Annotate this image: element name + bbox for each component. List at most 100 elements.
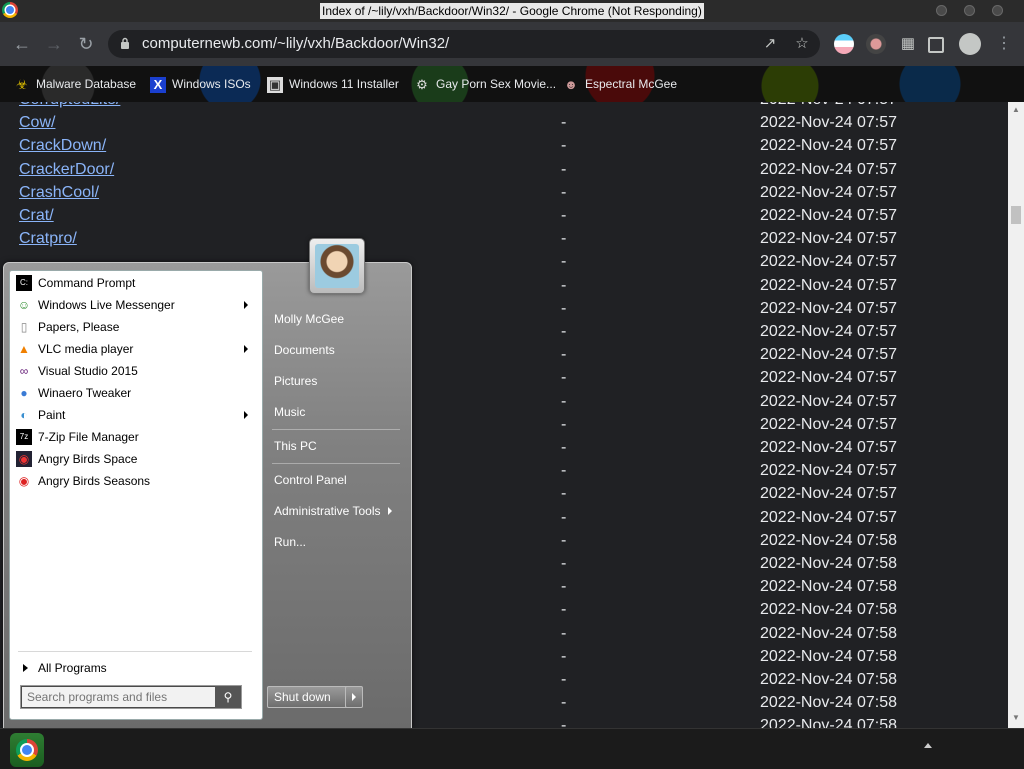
chevron-right-icon [23, 664, 28, 672]
bookmark-gay-porn-sex-movie[interactable]: ⚙ Gay Porn Sex Movie... [414, 75, 556, 93]
start-program-item[interactable]: ▲ VLC media player [14, 338, 254, 360]
start-link-pictures[interactable]: Pictures [274, 370, 404, 392]
date-cell: 2022-Nov-24 07:57 [760, 439, 897, 456]
start-link-administrative-tools[interactable]: Administrative Tools [274, 500, 404, 522]
paint-palette-icon: ◐ [16, 407, 32, 423]
extensions-puzzle-icon[interactable]: ▦ [898, 34, 918, 54]
shutdown-button[interactable]: Shut down [267, 686, 353, 708]
start-program-item[interactable]: ▯ Papers, Please [14, 316, 254, 338]
size-cell: - [561, 183, 567, 201]
start-program-item[interactable]: ∞ Visual Studio 2015 [14, 360, 254, 382]
start-program-item[interactable]: ● Winaero Tweaker [14, 382, 254, 404]
program-label: Angry Birds Seasons [38, 474, 151, 488]
url-text[interactable]: computernewb.com/~lily/vxh/Backdoor/Win3… [142, 35, 449, 53]
start-program-item[interactable]: C: Command Prompt [14, 272, 254, 294]
cmd-icon: C: [16, 275, 32, 291]
chevron-right-icon [388, 507, 392, 515]
directory-link[interactable]: Cratpro/ [19, 230, 77, 248]
start-program-item[interactable]: 7z 7-Zip File Manager [14, 426, 254, 448]
size-cell: - [561, 531, 567, 549]
date-cell: 2022-Nov-24 07:57 [760, 415, 897, 433]
start-link-control-panel[interactable]: Control Panel [274, 469, 404, 491]
date-cell: 2022-Nov-24 07:57 [760, 369, 897, 387]
side-panel-icon[interactable] [928, 37, 944, 53]
date-cell: 2022-Nov-24 07:57 [760, 137, 897, 155]
bookmark-label: Windows ISOs [172, 77, 251, 91]
table-row: CrashCool/ - 2022-Nov-24 07:57 [0, 183, 1008, 206]
all-programs-button[interactable]: All Programs [16, 657, 256, 679]
size-cell: - [561, 555, 567, 572]
divider [272, 463, 400, 464]
table-row: Cow/ - 2022-Nov-24 07:57 [0, 113, 1008, 136]
vlc-cone-icon: ▲ [16, 341, 32, 357]
share-icon[interactable]: ↗ [760, 34, 780, 54]
directory-link[interactable]: CrashCool/ [19, 184, 99, 202]
start-program-item[interactable]: ◉ Angry Birds Space [14, 448, 254, 470]
start-program-item[interactable]: ◉ Angry Birds Seasons [14, 470, 254, 492]
scroll-up-arrow-icon[interactable]: ▲ [1010, 104, 1022, 116]
window-title-bar: Index of /~lily/vxh/Backdoor/Win32/ - Go… [0, 0, 1024, 22]
bookmark-star-icon[interactable]: ☆ [792, 34, 812, 54]
shutdown-options-button[interactable] [345, 686, 363, 708]
directory-link[interactable]: CrackDown/ [19, 137, 106, 155]
size-cell: - [561, 114, 567, 132]
size-cell: - [561, 323, 567, 340]
start-link-this-pc[interactable]: This PC [274, 435, 404, 457]
trans-flag-extension-icon[interactable] [834, 34, 854, 54]
bookmark-label: Malware Database [36, 77, 137, 91]
visual-studio-icon: ∞ [16, 363, 32, 379]
table-row: Crat/ - 2022-Nov-24 07:57 [0, 206, 1008, 229]
user-avatar[interactable] [309, 238, 365, 294]
date-cell: 2022-Nov-24 07:57 [760, 207, 897, 224]
directory-link[interactable]: Crat/ [19, 207, 54, 225]
bookmark-windows-isos[interactable]: X Windows ISOs [150, 75, 251, 93]
program-label: Command Prompt [38, 276, 136, 290]
start-program-item[interactable]: ◐ Paint [14, 404, 254, 426]
bookmark-espectral-mcgee[interactable]: ☻ Espectral McGee [563, 75, 677, 93]
table-row: CrackerDoor/ - 2022-Nov-24 07:57 [0, 160, 1008, 183]
start-link-music[interactable]: Music [274, 401, 404, 423]
scrollbar-thumb[interactable] [1011, 206, 1021, 224]
page-scrollbar[interactable]: ▲ ▼ [1008, 102, 1024, 728]
profile-extension-icon[interactable] [866, 34, 886, 54]
date-cell: 2022-Nov-24 07:58 [760, 717, 897, 728]
show-hidden-icons-icon[interactable] [924, 743, 932, 748]
address-bar[interactable]: computernewb.com/~lily/vxh/Backdoor/Win3… [108, 30, 820, 58]
profile-avatar-icon[interactable] [959, 33, 981, 55]
reload-icon[interactable]: ↻ [74, 32, 98, 56]
close-button[interactable] [992, 5, 1003, 16]
size-cell: - [561, 462, 567, 480]
start-search-box[interactable]: ⚲ [20, 685, 242, 709]
directory-link[interactable]: CrackerDoor/ [19, 161, 114, 179]
search-input[interactable] [25, 688, 209, 706]
lock-icon [121, 37, 129, 49]
menu-dots-icon[interactable]: ⋮ [992, 32, 1016, 56]
search-icon[interactable]: ⚲ [215, 686, 241, 708]
minimize-button[interactable] [936, 5, 947, 16]
date-cell: 2022-Nov-24 07:57 [760, 508, 897, 526]
bookmark-malware-database[interactable]: ☣ Malware Database [14, 75, 136, 93]
forward-arrow-icon[interactable]: → [42, 32, 66, 56]
start-link-user[interactable]: Molly McGee [274, 308, 404, 330]
start-link-run[interactable]: Run... [274, 531, 404, 553]
date-cell: 2022-Nov-24 07:58 [760, 578, 897, 596]
scroll-down-arrow-icon[interactable]: ▼ [1010, 712, 1022, 724]
program-label: Winaero Tweaker [38, 386, 132, 400]
directory-link[interactable]: Cow/ [19, 114, 55, 132]
start-program-item[interactable]: ☺ Windows Live Messenger [14, 294, 254, 316]
start-link-documents[interactable]: Documents [274, 339, 404, 361]
start-menu: C: Command Prompt ☺ Windows Live Messenger ▯… [3, 238, 412, 730]
bookmark-windows-11-installer[interactable]: ▣ Windows 11 Installer [267, 75, 399, 93]
size-cell: - [561, 137, 567, 155]
program-label: 7-Zip File Manager [38, 430, 139, 444]
back-arrow-icon[interactable]: ← [10, 32, 34, 56]
start-button[interactable] [10, 733, 44, 767]
program-label: Paint [38, 408, 66, 422]
date-cell: 2022-Nov-24 07:57 [760, 160, 897, 178]
directory-link[interactable]: CorruptedLite/ [19, 102, 120, 109]
user-picture [315, 244, 359, 288]
7zip-icon: 7z [16, 429, 32, 445]
maximize-button[interactable] [964, 5, 975, 16]
chevron-right-icon [244, 345, 248, 353]
chrome-logo-icon [2, 2, 18, 18]
